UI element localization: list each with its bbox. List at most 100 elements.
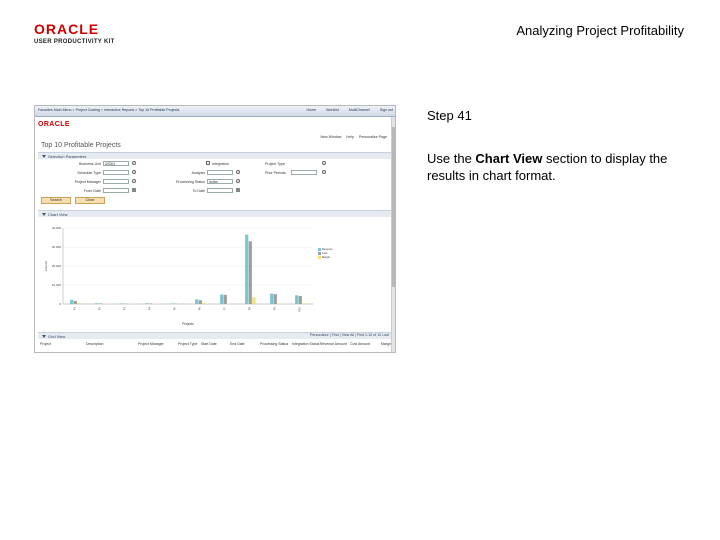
grid-column-header[interactable]: End Date xyxy=(230,342,245,346)
document-title: Analyzing Project Profitability xyxy=(516,23,684,38)
x-tick-label: P2 xyxy=(98,306,102,310)
grid-column-header[interactable]: Revenue Amount xyxy=(320,342,347,346)
chart-bar xyxy=(273,294,277,304)
schedule-type-input[interactable] xyxy=(103,170,129,175)
step-number: Step 41 xyxy=(427,108,472,123)
chart-bar xyxy=(95,303,99,304)
grid-navigation[interactable]: Personalize | Find | View All | First 1-… xyxy=(310,333,389,337)
app-top-bar: Favorites Main Menu > Project Costing > … xyxy=(35,106,395,117)
oracle-upk-logo: ORACLE USER PRODUCTIVITY KIT xyxy=(34,22,134,48)
search-icon[interactable] xyxy=(132,170,136,174)
new-window-link[interactable]: New Window xyxy=(320,135,341,139)
y-tick-label: 40,000 xyxy=(52,226,62,230)
chart-bar xyxy=(98,303,102,304)
calendar-icon[interactable] xyxy=(132,188,136,192)
chart-bar xyxy=(145,303,149,304)
chart-bar xyxy=(198,300,202,304)
x-tick-label: P6 xyxy=(198,306,202,310)
chart-bar xyxy=(245,234,249,304)
chart-bar xyxy=(202,303,206,304)
logo-upk-text: USER PRODUCTIVITY KIT xyxy=(34,39,115,45)
grid-column-header[interactable]: Integration Status xyxy=(292,342,319,346)
project-type-label: Project Type xyxy=(265,162,285,166)
grid-column-header[interactable]: Project Type xyxy=(178,342,197,346)
prior-periods-label: Prior Periods xyxy=(265,171,286,175)
selection-section-header[interactable]: Selection Parameters xyxy=(38,152,393,159)
x-tick-label: P10 xyxy=(298,306,302,311)
processing-status-select[interactable]: Active xyxy=(207,179,233,184)
breadcrumb[interactable]: Favorites Main Menu > Project Costing > … xyxy=(38,108,179,112)
prior-periods-input[interactable] xyxy=(291,170,317,175)
collapse-triangle-icon xyxy=(42,213,46,216)
help-link[interactable]: Help xyxy=(346,135,353,139)
analysis-input[interactable] xyxy=(207,170,233,175)
legend-swatch-cost xyxy=(318,251,321,255)
clear-button[interactable]: Clear xyxy=(75,197,105,204)
calendar-icon[interactable] xyxy=(236,188,240,192)
chart-bar xyxy=(195,299,199,304)
x-tick-label: P5 xyxy=(173,306,177,310)
collapse-triangle-icon xyxy=(42,155,46,158)
chart-bar xyxy=(248,241,252,304)
grid-column-header[interactable]: Cost Amount xyxy=(350,342,370,346)
logo-oracle-text: ORACLE xyxy=(34,21,100,37)
processing-status-label: Processing Status xyxy=(176,180,205,184)
integration-label: Integration xyxy=(212,162,229,166)
search-icon[interactable] xyxy=(322,170,326,174)
grid-column-header[interactable]: Description xyxy=(86,342,104,346)
project-manager-label: Project Manager xyxy=(74,180,101,184)
x-tick-label: P4 xyxy=(148,306,152,310)
integration-checkbox[interactable] xyxy=(206,161,210,165)
x-tick-label: P1 xyxy=(73,306,77,310)
legend-item: Margin xyxy=(318,255,338,259)
search-icon[interactable] xyxy=(132,179,136,183)
search-icon[interactable] xyxy=(236,170,240,174)
chart-view-section-label: Chart View xyxy=(48,212,68,217)
grid-column-header[interactable]: Start Date xyxy=(201,342,217,346)
analysis-label: Analysis xyxy=(191,171,205,175)
grid-column-header[interactable]: Project Manager xyxy=(138,342,164,346)
x-tick-label: P9 xyxy=(273,306,277,310)
scrollbar-thumb[interactable] xyxy=(392,127,395,287)
nav-links: Home Worklist MultiChannel Sign out xyxy=(298,108,393,112)
business-unit-input[interactable]: US004 xyxy=(103,161,129,166)
grid-column-header[interactable]: Project xyxy=(40,342,51,346)
personalize-page-link[interactable]: Personalize Page xyxy=(359,135,387,139)
chart-bar xyxy=(170,303,174,304)
to-date-input[interactable] xyxy=(207,188,233,193)
search-button[interactable]: Search xyxy=(41,197,71,204)
search-icon[interactable] xyxy=(132,161,136,165)
nav-worklist-link[interactable]: Worklist xyxy=(326,108,339,112)
app-logo: ORACLE xyxy=(38,121,70,128)
chart-bar xyxy=(295,295,299,304)
chart-bar xyxy=(73,300,77,304)
grid-view-section-label: Grid View xyxy=(48,334,66,339)
y-tick-label: 0 xyxy=(59,302,61,306)
chart-bar xyxy=(252,297,256,304)
project-manager-input[interactable] xyxy=(103,179,129,184)
legend-label: Margin xyxy=(322,255,330,259)
selection-section-label: Selection Parameters xyxy=(48,154,87,159)
chart-bar xyxy=(298,296,302,304)
from-date-label: From Date xyxy=(84,189,101,193)
search-icon[interactable] xyxy=(236,179,240,183)
instruction-emphasis: Chart View xyxy=(475,151,543,166)
step-instruction: Use the Chart View section to display th… xyxy=(427,150,687,184)
x-tick-label: P3 xyxy=(123,306,127,310)
nav-multichannel-link[interactable]: MultiChannel xyxy=(349,108,370,112)
instruction-prefix: Use the xyxy=(427,151,476,166)
legend-label: Cost xyxy=(322,251,328,255)
y-tick-label: 20,000 xyxy=(52,264,62,268)
nav-home-link[interactable]: Home xyxy=(307,108,317,112)
chart-bar xyxy=(120,303,124,304)
chart-bar xyxy=(270,293,274,304)
search-icon[interactable] xyxy=(322,161,326,165)
nav-signout-link[interactable]: Sign out xyxy=(380,108,393,112)
chart-view-section-header[interactable]: Chart View xyxy=(38,210,393,217)
from-date-input[interactable] xyxy=(103,188,129,193)
to-date-label: To Date xyxy=(192,189,205,193)
app-screenshot: Favorites Main Menu > Project Costing > … xyxy=(34,105,396,353)
vertical-scrollbar[interactable] xyxy=(391,117,395,352)
grid-column-header[interactable]: Processing Status xyxy=(260,342,288,346)
page-links: New Window Help Personalize Page xyxy=(316,135,387,139)
